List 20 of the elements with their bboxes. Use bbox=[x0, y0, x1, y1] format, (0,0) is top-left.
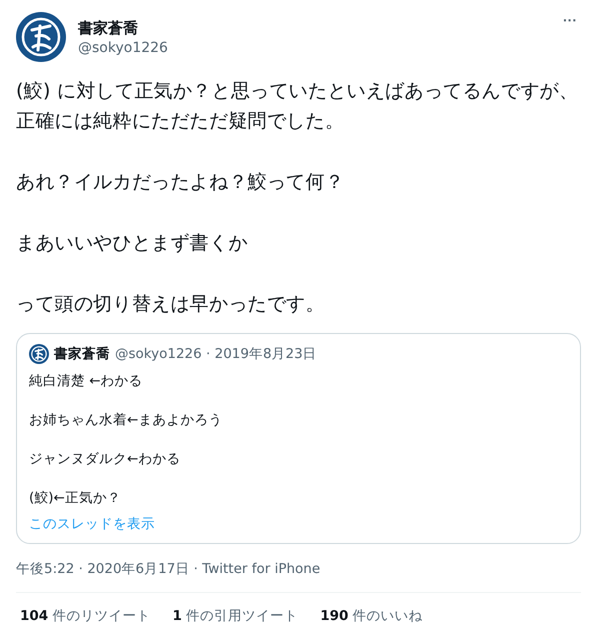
quoted-tweet-meta: @sokyo1226 · 2019年8月23日 bbox=[115, 345, 317, 363]
tweet-timestamp: 午後5:22 · 2020年6月17日 · Twitter for iPhone bbox=[16, 560, 581, 593]
quoted-tweet-text: ジャンヌダルク←わかる bbox=[29, 450, 182, 468]
quoted-author-name: 書家蒼喬 bbox=[54, 345, 110, 363]
quoted-tweet-text: お姉ちゃん水着←まあよかろう bbox=[29, 411, 224, 429]
tweet-text: まあいいやひとまず書くか bbox=[16, 231, 249, 256]
author-handle[interactable]: @sokyo1226 bbox=[78, 40, 547, 56]
stat-link[interactable]: 190 件のいいね bbox=[320, 607, 423, 625]
stat-link[interactable]: 1 件の引用ツイート bbox=[172, 607, 298, 625]
avatar-icon bbox=[29, 344, 49, 364]
more-button[interactable]: ··· bbox=[559, 12, 581, 28]
tweet-text: (鮫) に対して正気か？と思っていたといえばあってるんですが、正確には純粋にただただ疑問でした。 bbox=[16, 79, 580, 134]
quoted-tweet-card[interactable]: 書家蒼喬 @sokyo1226 · 2019年8月23日 純白清楚 ←わかる お姉ちゃん水着←まあよかろう ジャンヌダルク←わかる (鮫)←正気か？ このスレッドを表示 bbox=[16, 333, 581, 544]
quoted-tweet-text: (鮫)←正気か？ bbox=[29, 489, 122, 507]
tweet-text: あれ？イルカだったよね？鮫って何？ bbox=[16, 170, 346, 195]
avatar-icon[interactable] bbox=[16, 12, 66, 62]
author-name[interactable]: 書家蒼喬 bbox=[78, 18, 547, 38]
quoted-tweet-text: 純白清楚 ←わかる bbox=[29, 372, 144, 390]
tweet-text: って頭の切り替えは早かったです。 bbox=[16, 292, 326, 317]
stat-link[interactable]: 104 件のリツイート bbox=[20, 607, 150, 625]
